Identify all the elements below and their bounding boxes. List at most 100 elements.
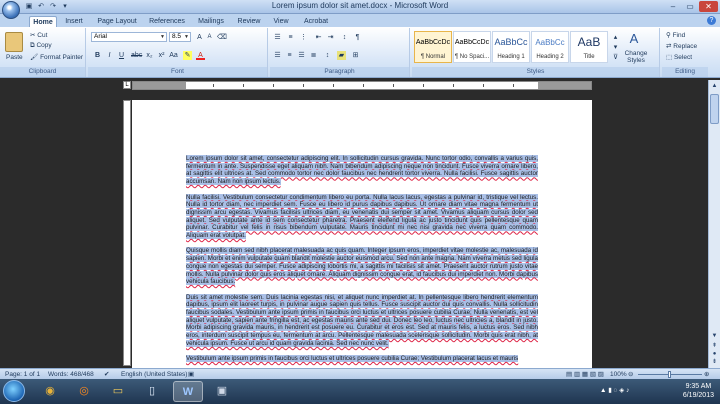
tab-mailings[interactable]: Mailings	[195, 16, 227, 27]
style-heading-2[interactable]: AaBbCc Heading 2	[531, 31, 569, 63]
tab-insert[interactable]: Insert	[61, 16, 87, 27]
style-title[interactable]: AaB Title	[570, 31, 608, 63]
tab-acrobat[interactable]: Acrobat	[300, 16, 332, 27]
word-taskbar-icon[interactable]: W	[173, 381, 203, 402]
multilevel-list-icon[interactable]: ⋮	[299, 33, 308, 42]
start-button[interactable]	[3, 380, 25, 402]
language-indicator[interactable]: English (United States)	[121, 370, 187, 379]
cut-button[interactable]: ✂ Cut	[30, 31, 47, 39]
sort-icon[interactable]: ↕	[340, 33, 349, 42]
chevron-down-icon: ▼	[160, 34, 165, 40]
style-normal[interactable]: AaBbCcDc ¶ Normal	[414, 31, 452, 63]
scrollbar-thumb[interactable]	[710, 94, 719, 124]
document-body[interactable]: Lorem ipsum dolor sit amet, consectetur …	[186, 155, 538, 371]
bullets-icon[interactable]: ☰	[273, 33, 282, 42]
strikethrough-icon[interactable]: abc	[131, 51, 142, 60]
superscript-icon[interactable]: x²	[157, 51, 166, 60]
ruler-tick	[243, 84, 244, 87]
font-size-dropdown[interactable]: 8.5 ▼	[169, 32, 191, 42]
align-right-icon[interactable]: ☰	[297, 51, 306, 60]
vertical-scrollbar[interactable]: ▲ ▼ ⇞ ● ⇟	[708, 80, 720, 368]
styles-more-icon[interactable]: ⊽	[611, 53, 620, 62]
find-button[interactable]: ⚲ Find	[666, 31, 685, 39]
zoom-slider-handle[interactable]	[668, 371, 671, 378]
change-styles-icon[interactable]: A	[626, 31, 642, 47]
help-icon[interactable]: ?	[707, 16, 716, 25]
minimize-button[interactable]: –	[665, 1, 681, 12]
font-family-value: Arial	[94, 33, 108, 40]
italic-icon[interactable]: I	[105, 51, 114, 60]
zoom-in-icon[interactable]: ⊕	[704, 370, 709, 379]
font-family-dropdown[interactable]: Arial ▼	[91, 32, 167, 42]
tab-view[interactable]: View	[270, 16, 292, 27]
scroll-down-icon[interactable]: ▼	[710, 332, 719, 341]
shrink-font-icon[interactable]: A	[205, 33, 214, 42]
view-buttons-icon[interactable]: ▤ ▥ ▦ ▧ ▨	[566, 370, 604, 379]
office-button[interactable]	[2, 1, 20, 19]
increase-indent-icon[interactable]: ⇥	[326, 33, 335, 42]
zoom-level[interactable]: 100%	[610, 370, 627, 379]
tab-page-layout[interactable]: Page Layout	[95, 16, 139, 27]
borders-icon[interactable]: ⊞	[351, 51, 360, 60]
close-button[interactable]: ✕	[699, 1, 718, 12]
tab-references[interactable]: References	[147, 16, 187, 27]
tab-selector-icon[interactable]: L	[123, 81, 131, 89]
shading-icon[interactable]: ▰	[337, 51, 346, 60]
decrease-indent-icon[interactable]: ⇤	[314, 33, 323, 42]
zoom-out-icon[interactable]: ⊖	[628, 370, 633, 379]
paragraph-group-label: Paragraph	[270, 67, 409, 77]
grow-font-icon[interactable]: A	[195, 33, 204, 42]
page-count[interactable]: Page: 1 of 1	[5, 370, 40, 379]
styles-scroll-up-icon[interactable]: ▴	[611, 33, 620, 42]
paste-icon[interactable]	[5, 32, 23, 52]
ruler-tick	[213, 84, 214, 87]
tab-review[interactable]: Review	[235, 16, 263, 27]
align-center-icon[interactable]: ≡	[285, 51, 294, 60]
proofing-icon[interactable]: ✔	[104, 370, 109, 379]
styles-scroll-down-icon[interactable]: ▾	[611, 43, 620, 52]
tab-home[interactable]: Home	[29, 16, 57, 27]
format-painter-button[interactable]: 🖌 Format Painter	[30, 53, 83, 61]
copy-button[interactable]: ⧉ Copy	[30, 42, 52, 50]
show-formatting-icon[interactable]: ¶	[353, 33, 362, 42]
paragraph[interactable]: Nulla facilisi. Vestibulum consectetur c…	[186, 193, 538, 240]
chrome-icon[interactable]: ◉	[35, 381, 65, 402]
change-styles-button[interactable]: Change Styles	[621, 50, 651, 64]
macro-icon[interactable]: ▣	[188, 370, 194, 379]
style-heading-1[interactable]: AaBbCc Heading 1	[492, 31, 530, 63]
system-clock[interactable]: 9:35 AM 6/19/2013	[683, 382, 714, 400]
underline-icon[interactable]: U	[117, 51, 126, 60]
chevron-down-icon: ▼	[184, 34, 189, 40]
file-explorer-icon[interactable]: ▭	[103, 381, 133, 402]
change-case-icon[interactable]: Aa	[169, 51, 178, 60]
tray-icons[interactable]: ▲ ▮ ◌ ◈ ♪	[600, 386, 629, 395]
firefox-icon[interactable]: ◎	[69, 381, 99, 402]
style-no-spacing[interactable]: AaBbCcDc ¶ No Spaci...	[453, 31, 491, 63]
numbering-icon[interactable]: ≡	[286, 33, 295, 42]
select-button[interactable]: ⬚ Select	[666, 53, 692, 61]
paragraph[interactable]: Quisque mollis diam sed nibh placerat ma…	[186, 247, 538, 286]
clear-formatting-icon[interactable]: ⌫	[217, 33, 227, 42]
replace-button[interactable]: ⇄ Replace	[666, 42, 697, 50]
ruler-tick	[453, 84, 454, 87]
scroll-up-icon[interactable]: ▲	[710, 82, 719, 91]
align-left-icon[interactable]: ☰	[273, 51, 282, 60]
horizontal-ruler[interactable]	[132, 81, 592, 90]
line-spacing-icon[interactable]: ↕	[323, 51, 332, 60]
subscript-icon[interactable]: x₂	[145, 51, 154, 60]
document-app-icon[interactable]: ▯	[137, 381, 167, 402]
word-count[interactable]: Words: 468/468	[48, 370, 94, 379]
paragraph[interactable]: Lorem ipsum dolor sit amet, consectetur …	[186, 155, 538, 186]
font-color-icon[interactable]: A	[196, 51, 205, 60]
paste-button[interactable]: Paste	[6, 54, 23, 61]
paragraph[interactable]: Vestibulum ante ipsum primis in faucibus…	[186, 355, 538, 363]
next-page-icon[interactable]: ⇟	[710, 358, 719, 367]
highlight-icon[interactable]: ✎	[183, 51, 192, 60]
bold-icon[interactable]: B	[93, 51, 102, 60]
paragraph[interactable]: Duis sit amet molestie sem. Duis lacinia…	[186, 293, 538, 348]
vertical-ruler[interactable]	[123, 100, 131, 366]
maximize-button[interactable]: ▭	[682, 1, 698, 12]
word-window: ▣ ↶ ↷ ▾ Lorem ipsum dolor sit amet.docx …	[0, 0, 720, 404]
floppy-app-icon[interactable]: ▣	[207, 381, 237, 402]
justify-icon[interactable]: ≣	[309, 51, 318, 60]
